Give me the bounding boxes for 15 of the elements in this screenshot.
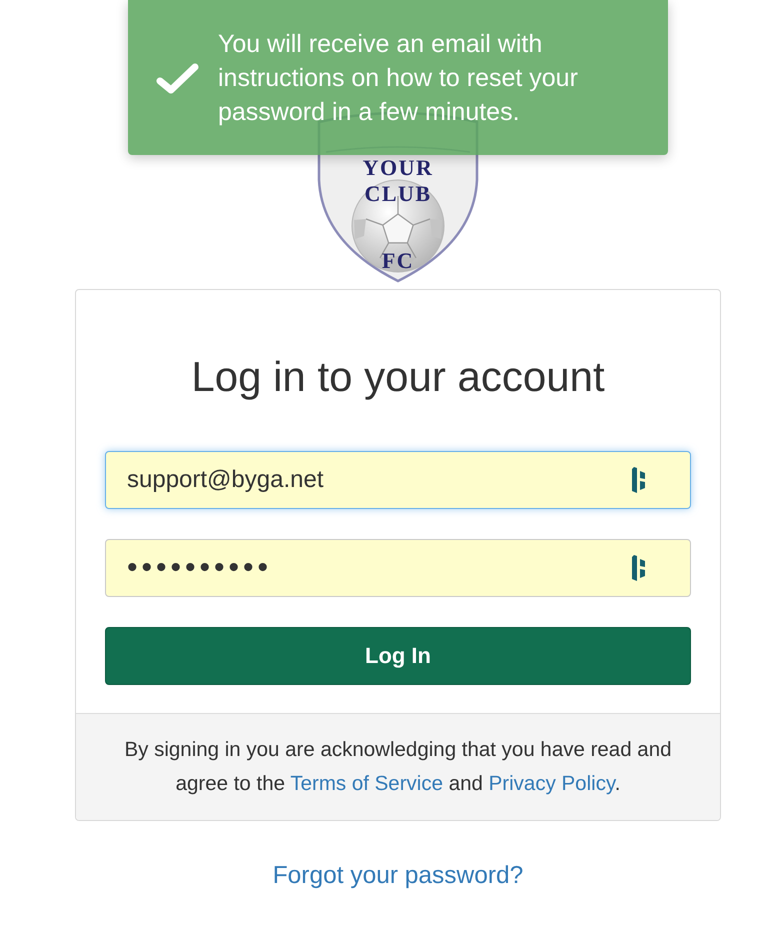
- password-field[interactable]: ••••••••••: [105, 539, 691, 597]
- crest-text: YOUR: [362, 155, 434, 180]
- check-icon: [155, 62, 200, 94]
- terms-notice: By signing in you are acknowledging that you have read and agree to the Terms of Service and Privacy Policy.: [123, 737, 673, 797]
- forgot-password-link[interactable]: Forgot your password?: [272, 859, 524, 893]
- legal-link[interactable]: Privacy Policy: [488, 772, 615, 795]
- bars-icon[interactable]: [632, 467, 648, 493]
- crest-text: CLUB: [364, 181, 432, 206]
- crest-text: FC: [382, 248, 414, 273]
- login-title: Log in to your account: [190, 353, 606, 401]
- email-field[interactable]: support@byga.net: [105, 451, 691, 509]
- login-button[interactable]: Log In: [105, 627, 691, 685]
- bars-icon[interactable]: [632, 555, 648, 581]
- legal-link[interactable]: Terms of Service: [290, 772, 443, 795]
- toast-message: You will receive an email with instructions on how to reset your password in a few minutes.: [218, 28, 579, 128]
